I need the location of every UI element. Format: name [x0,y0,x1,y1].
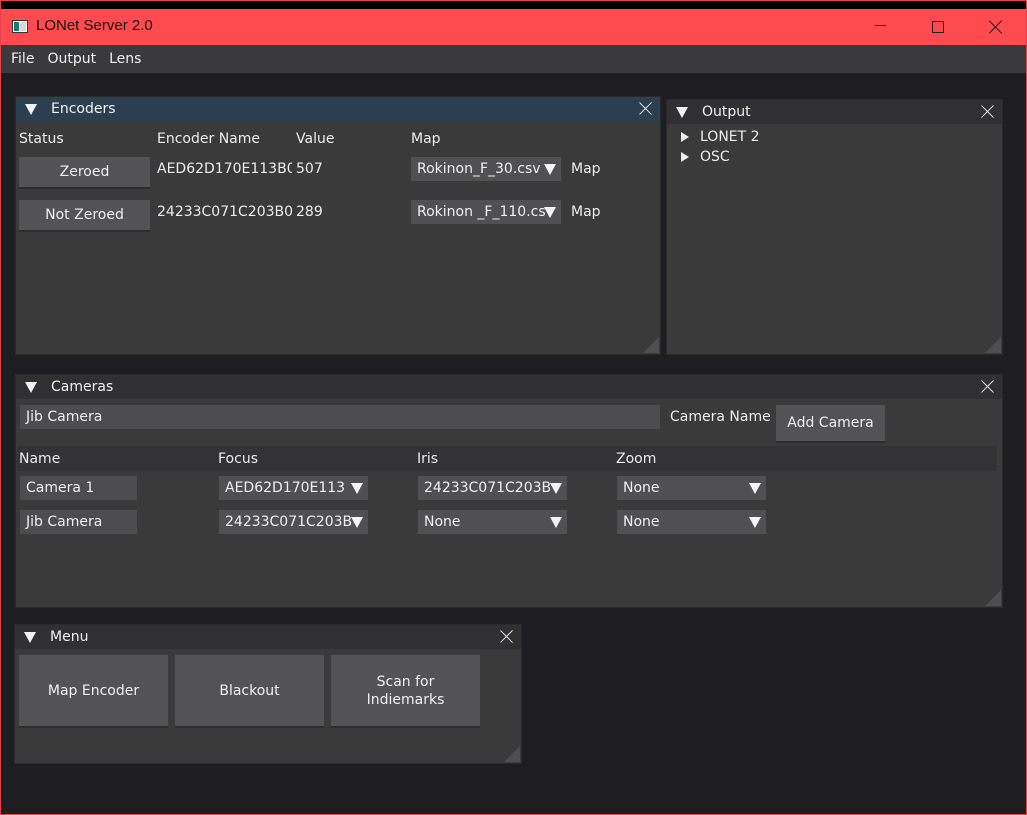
maximize-icon [932,21,944,33]
encoders-panel-header[interactable]: Encoders [16,97,660,121]
camera-name-label: Camera Name [670,409,771,425]
focus-encoder-value: 24233C071C203B [225,514,353,530]
chevron-down-icon [544,207,556,218]
zoom-encoder-select[interactable]: None [617,510,766,534]
close-button[interactable] [967,9,1025,45]
cameras-panel-header[interactable]: Cameras [16,375,1002,399]
camera-name-input[interactable]: Jib Camera [20,405,660,429]
encoder-value: 289 [296,204,323,220]
output-tree-item-osc[interactable]: OSC [700,149,730,165]
encoder-name-text: 24233C071C203B0 [157,204,292,220]
resize-grip[interactable] [504,746,520,762]
chevron-down-icon [749,483,761,494]
map-label: Map [571,204,601,220]
col-header-value: Value [296,131,335,147]
close-panel-icon[interactable] [981,380,994,393]
encoder-status-button[interactable]: Zeroed [19,157,150,189]
expand-arrow-icon[interactable] [681,132,689,142]
chevron-down-icon [351,483,363,494]
col-header-zoom: Zoom [616,451,657,467]
menu-panel: Menu Map Encoder Blackout Scan for Indie… [14,624,522,764]
close-panel-icon[interactable] [981,105,994,118]
iris-encoder-value: None [424,514,461,530]
encoders-panel-title: Encoders [51,101,116,117]
col-header-focus: Focus [218,451,258,467]
chevron-down-icon [550,517,562,528]
map-file-value: Rokinon_F_30.csv [417,161,541,177]
encoder-status-button[interactable]: Not Zeroed [19,200,150,232]
encoder-value: 507 [296,161,323,177]
focus-encoder-value: AED62D170E113 [225,480,346,496]
collapse-triangle-icon[interactable] [25,103,37,115]
cameras-panel-title: Cameras [51,379,114,395]
zoom-encoder-value: None [623,480,660,496]
app-icon [12,20,28,33]
cameras-table-header [17,446,997,471]
encoder-name-text: AED62D170E113B0 [157,161,292,177]
col-header-status: Status [19,131,64,147]
focus-encoder-select[interactable]: 24233C071C203B [219,510,368,534]
collapse-triangle-icon[interactable] [24,631,36,643]
chevron-down-icon [544,164,556,175]
encoder-name: 24233C071C203B0 [157,204,292,220]
output-panel-header[interactable]: Output [667,100,1002,124]
encoders-panel: Encoders Status Encoder Name Value Map Z… [15,96,661,355]
col-header-iris: Iris [417,451,439,467]
add-camera-button[interactable]: Add Camera [776,405,885,443]
iris-encoder-select[interactable]: 24233C071C203B [418,476,567,500]
minimize-icon [874,24,886,26]
collapse-triangle-icon[interactable] [676,106,688,118]
window-title: LONet Server 2.0 [36,17,153,34]
chevron-down-icon [749,517,761,528]
zoom-encoder-value: None [623,514,660,530]
iris-encoder-value: 24233C071C203B [424,480,552,496]
menu-output[interactable]: Output [47,51,96,67]
close-panel-icon[interactable] [500,630,513,643]
scan-indiemarks-button[interactable]: Scan for Indiemarks [331,655,480,728]
col-header-encoder-name: Encoder Name [157,131,260,147]
minimize-button[interactable] [851,9,909,45]
menu-lens[interactable]: Lens [109,51,141,67]
menu-panel-title: Menu [50,629,89,645]
menu-bar: File Output Lens [1,45,1026,73]
output-panel-title: Output [702,104,751,120]
collapse-triangle-icon[interactable] [25,381,37,393]
menu-panel-header[interactable]: Menu [15,625,521,649]
title-bar[interactable]: LONet Server 2.0 [1,1,1026,45]
camera-row-name-input[interactable]: Jib Camera [20,510,137,534]
focus-encoder-select[interactable]: AED62D170E113 [219,476,368,500]
app-window: LONet Server 2.0 File Output Lens Encode… [0,0,1027,815]
maximize-button[interactable] [909,9,967,45]
iris-encoder-select[interactable]: None [418,510,567,534]
map-file-select[interactable]: Rokinon _F_110.csv [411,200,561,224]
chevron-down-icon [351,517,363,528]
map-file-value: Rokinon _F_110.csv [417,204,554,220]
map-encoder-button[interactable]: Map Encoder [19,655,168,728]
map-label: Map [571,161,601,177]
resize-grip[interactable] [985,337,1001,353]
menu-file[interactable]: File [11,51,34,67]
camera-row-name-input[interactable]: Camera 1 [20,476,137,500]
map-file-select[interactable]: Rokinon_F_30.csv [411,157,561,181]
col-header-map: Map [411,131,441,147]
resize-grip[interactable] [985,590,1001,606]
output-tree-item-lonet[interactable]: LONET 2 [700,129,760,145]
cameras-panel: Cameras Jib Camera Camera Name Add Camer… [15,374,1003,608]
expand-arrow-icon[interactable] [681,152,689,162]
chevron-down-icon [550,483,562,494]
blackout-button[interactable]: Blackout [175,655,324,728]
resize-grip[interactable] [643,337,659,353]
close-panel-icon[interactable] [639,102,652,115]
close-icon [989,20,1003,34]
encoder-name: AED62D170E113B0 [157,161,292,177]
output-panel: Output LONET 2 OSC [666,99,1003,355]
zoom-encoder-select[interactable]: None [617,476,766,500]
col-header-name: Name [19,451,61,467]
